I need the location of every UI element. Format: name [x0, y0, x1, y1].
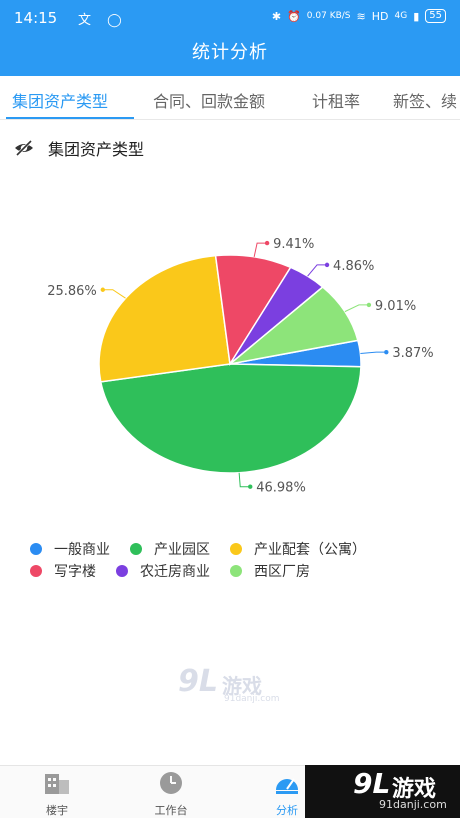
- legend-label: 农迁房商业: [140, 564, 210, 580]
- legend-row-1: 一般商业 产业园区 产业配套（公寓）: [30, 538, 450, 560]
- nav-label-workbench: 工作台: [154, 804, 188, 817]
- bluetooth-icon: ✱: [271, 9, 282, 23]
- title-bar: 统计分析: [0, 34, 460, 76]
- legend-dot: [230, 565, 242, 577]
- legend-label: 产业配套（公寓）: [254, 542, 366, 558]
- legend-item-apartment[interactable]: 产业配套（公寓）: [230, 539, 366, 559]
- pie-slice-industrial-park[interactable]: [99, 363, 362, 474]
- analysis-icon: [276, 778, 298, 794]
- legend-dot: [230, 543, 242, 555]
- legend-label: 一般商业: [54, 542, 110, 558]
- watermark-url: 91danji.com: [224, 694, 280, 704]
- chart-legend: 一般商业 产业园区 产业配套（公寓） 写字楼 农迁房商业 西区厂房: [30, 538, 450, 582]
- pie-label-dot: [384, 349, 389, 355]
- pie-label-resettlement-commercial: 4.86%: [333, 259, 374, 274]
- page-title: 统计分析: [192, 42, 268, 63]
- legend-label: 产业园区: [154, 542, 210, 558]
- pie-label-line: [238, 472, 251, 488]
- legend-dot: [30, 543, 42, 555]
- tab-asset-type[interactable]: 集团资产类型: [12, 88, 108, 112]
- tab-contract-amount[interactable]: 合同、回款金额: [153, 88, 265, 112]
- watermark-logo: 9L 游戏 91danji.com: [178, 664, 279, 708]
- legend-item-industrial-park[interactable]: 产业园区: [130, 539, 210, 559]
- pie-chart: 3.87% 46.98% 25.86% 9.41% 4.86% 9.01%: [47, 237, 433, 496]
- pie-label-general-commercial: 3.87%: [392, 346, 433, 361]
- legend-row-2: 写字楼 农迁房商业 西区厂房: [30, 560, 450, 582]
- legend-dot: [30, 565, 42, 577]
- legend-dot: [130, 543, 142, 555]
- nav-label-buildings: 楼宇: [46, 804, 68, 817]
- pie-label-line: [253, 242, 268, 257]
- legend-item-general-commercial[interactable]: 一般商业: [30, 539, 110, 559]
- legend-label: 西区厂房: [254, 564, 310, 580]
- pie-label-industrial-park: 46.98%: [256, 481, 306, 496]
- badge-url: 91danji.com: [379, 798, 447, 811]
- alarm-icon: ⏰: [287, 9, 301, 23]
- pie-label-dot: [100, 287, 106, 292]
- pie-label-dot: [324, 262, 330, 268]
- signal-label: 4G: [394, 11, 408, 21]
- signal-icon: ▮: [413, 9, 420, 23]
- section-title: 集团资产类型: [48, 140, 145, 159]
- nav-item-buildings[interactable]: 楼宇: [27, 770, 87, 818]
- pie-label-dot: [248, 484, 253, 489]
- building-icon: [45, 774, 69, 794]
- section-header: 集团资产类型: [14, 136, 144, 160]
- battery-icon: 55: [425, 9, 446, 23]
- pie-label-dot: [264, 240, 270, 246]
- tab-bar: 集团资产类型 合同、回款金额 计租率 新签、续: [0, 76, 460, 120]
- clock-icon: [160, 772, 182, 794]
- watermark-badge: 9L 游戏 91danji.com: [305, 765, 460, 818]
- pie-label-line: [102, 289, 126, 299]
- legend-label: 写字楼: [54, 564, 96, 580]
- pie-label-apartment: 25.86%: [47, 284, 97, 299]
- nav-item-workbench[interactable]: 工作台: [141, 770, 201, 818]
- status-time: 14:15: [14, 9, 58, 27]
- legend-item-west-factory[interactable]: 西区厂房: [230, 561, 310, 581]
- legend-item-resettlement-commercial[interactable]: 农迁房商业: [116, 561, 210, 581]
- legend-dot: [116, 565, 128, 577]
- hd-badge: HD: [371, 9, 389, 23]
- active-tab-indicator: [6, 117, 134, 119]
- watermark-brand-num: 9L: [178, 664, 218, 699]
- tab-rent-rate[interactable]: 计租率: [312, 88, 360, 112]
- notification-icons: 文 ◯: [78, 13, 128, 28]
- eye-slash-icon: [15, 139, 33, 157]
- pie-label-line: [307, 264, 328, 277]
- pie-label-line: [360, 351, 387, 354]
- pie-label-office: 9.41%: [273, 237, 314, 252]
- tab-new-renew[interactable]: 新签、续: [393, 88, 457, 112]
- status-bar: 14:15 文 ◯ ✱ ⏰ 0.07 KB/S ≋ HD 4G ▮ 55: [0, 0, 460, 34]
- pie-slice-apartment[interactable]: [98, 254, 231, 383]
- network-speed: 0.07 KB/S: [306, 11, 351, 21]
- status-right: ✱ ⏰ 0.07 KB/S ≋ HD 4G ▮ 55: [272, 9, 446, 23]
- pie-label-dot: [366, 302, 372, 308]
- legend-item-office[interactable]: 写字楼: [30, 561, 96, 581]
- pie-label-west-factory: 9.01%: [375, 299, 416, 314]
- badge-brand-num: 9L: [353, 767, 391, 800]
- pie-label-line: [344, 304, 369, 313]
- wifi-icon: ≋: [356, 9, 366, 23]
